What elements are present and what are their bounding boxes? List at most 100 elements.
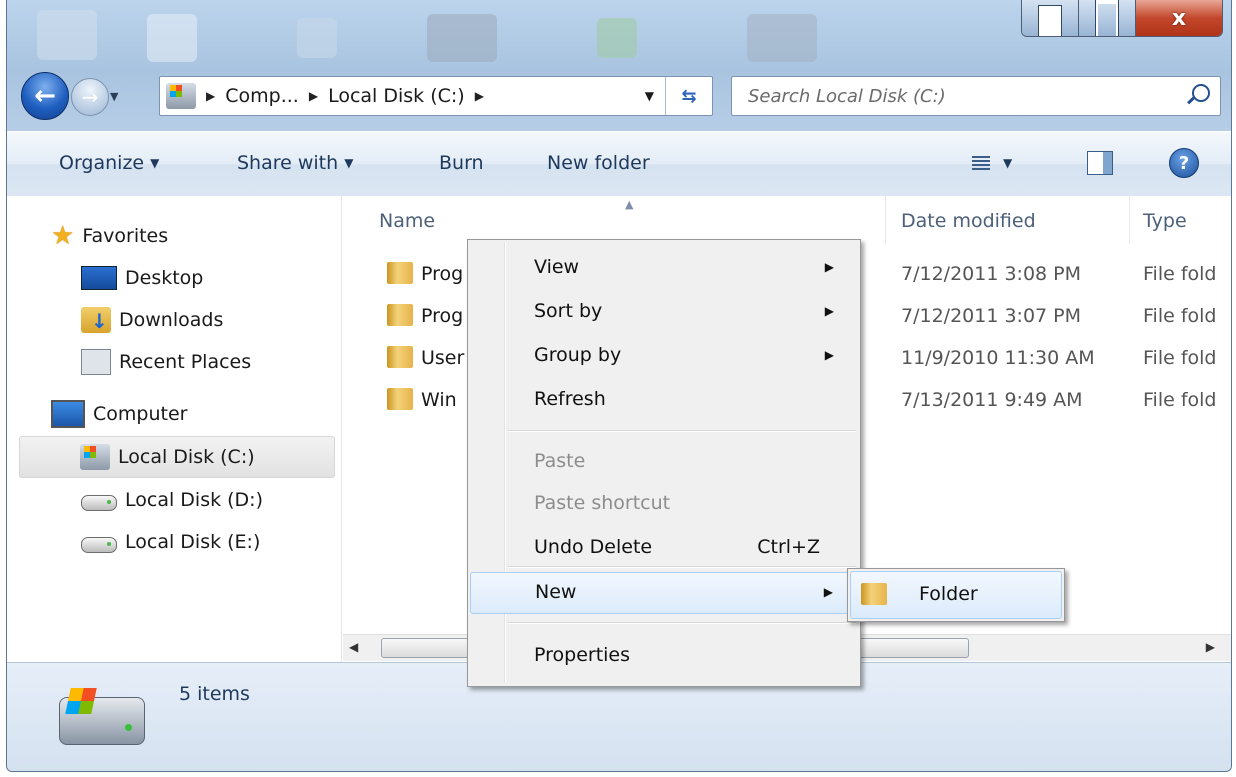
file-date: 7/13/2011 9:49 AM — [901, 389, 1083, 411]
submenu-arrow-icon: ▶ — [824, 348, 834, 362]
submenu-arrow-icon: ▶ — [824, 304, 834, 318]
sidebar-item-downloads[interactable]: Downloads — [81, 300, 341, 340]
downloads-icon — [81, 307, 111, 333]
sidebar-item-desktop[interactable]: Desktop — [81, 258, 341, 298]
menu-item-undo-delete[interactable]: Undo Delete Ctrl+Z — [470, 528, 856, 568]
menu-item-sort-by[interactable]: Sort by ▶ — [470, 292, 856, 332]
refresh-button[interactable]: ⇆ — [665, 77, 712, 115]
desktop-icon — [81, 266, 117, 290]
search-input[interactable] — [732, 77, 1170, 115]
column-header-name[interactable]: Name — [379, 210, 435, 232]
share-with-button[interactable]: Share with ▼ — [237, 152, 353, 174]
sidebar-item-computer[interactable]: Computer — [51, 394, 341, 434]
menu-item-view[interactable]: View ▶ — [470, 248, 856, 288]
chevron-down-icon: ▼ — [344, 156, 354, 170]
address-bar[interactable]: ▶ Comp... ▶ Local Disk (C:) ▶ ▼ ⇆ — [159, 76, 713, 116]
drive-c-icon — [59, 697, 145, 745]
sidebar-item-label: Computer — [93, 403, 188, 425]
help-button[interactable]: ? — [1169, 148, 1199, 178]
search-box — [731, 76, 1221, 116]
refresh-icon: ⇆ — [681, 85, 697, 107]
file-name: Prog — [421, 263, 464, 285]
column-header-date-modified[interactable]: Date modified — [901, 210, 1036, 232]
item-count: 5 items — [179, 683, 250, 705]
sort-ascending-icon: ▲ — [625, 198, 634, 211]
file-type: File fold — [1143, 389, 1217, 411]
recent-pages-dropdown[interactable]: ▼ — [110, 90, 118, 103]
sidebar-item-recent-places[interactable]: Recent Places — [81, 342, 341, 382]
drive-icon — [81, 495, 117, 511]
breadcrumb-separator-icon[interactable]: ▶ — [309, 89, 318, 103]
submenu-arrow-icon: ▶ — [823, 585, 833, 599]
breadcrumb-computer[interactable]: Comp... — [225, 85, 299, 107]
title-bar: x — [7, 0, 1231, 62]
menu-item-shortcut: Ctrl+Z — [757, 536, 820, 558]
address-dropdown-icon[interactable]: ▼ — [645, 89, 654, 103]
preview-pane-icon[interactable] — [1087, 151, 1113, 175]
file-name: Prog — [421, 305, 464, 327]
breadcrumb-separator-icon[interactable]: ▶ — [475, 89, 484, 103]
organize-label: Organize — [59, 152, 145, 174]
file-name: Win — [421, 389, 457, 411]
command-bar: Organize ▼ Share with ▼ Burn New folder ▼ … — [7, 131, 1231, 197]
submenu-arrow-icon: ▶ — [824, 260, 834, 274]
new-folder-button[interactable]: New folder — [547, 152, 650, 174]
forward-button[interactable]: → — [71, 78, 109, 116]
star-icon: ★ — [51, 221, 75, 251]
column-divider[interactable] — [885, 196, 886, 244]
navigation-bar: ← → ▼ ▶ Comp... ▶ Local Disk (C:) ▶ ▼ ⇆ — [7, 62, 1231, 126]
column-header-type[interactable]: Type — [1143, 210, 1187, 232]
breadcrumb-local-disk-c[interactable]: Local Disk (C:) — [328, 85, 465, 107]
folder-icon — [861, 583, 887, 605]
minimize-icon — [1038, 5, 1062, 36]
menu-item-properties[interactable]: Properties — [470, 636, 856, 676]
close-button[interactable]: x — [1136, 0, 1222, 36]
scroll-left-icon[interactable]: ◀ — [349, 640, 358, 654]
background-blur — [147, 14, 197, 62]
folder-icon — [387, 262, 413, 284]
menu-item-paste-shortcut[interactable]: Paste shortcut — [470, 484, 856, 524]
file-type: File fold — [1143, 305, 1217, 327]
background-blur — [747, 14, 817, 62]
context-menu: View ▶ Sort by ▶ Group by ▶ Refresh Past… — [467, 239, 861, 687]
file-date: 7/12/2011 3:08 PM — [901, 263, 1082, 285]
column-divider[interactable] — [1129, 196, 1130, 244]
menu-item-group-by[interactable]: Group by ▶ — [470, 336, 856, 376]
sidebar-item-local-disk-c[interactable]: Local Disk (C:) — [19, 436, 335, 478]
sidebar-item-local-disk-e[interactable]: Local Disk (E:) — [81, 522, 341, 562]
computer-icon — [51, 400, 85, 428]
recent-places-icon — [81, 349, 111, 375]
organize-button[interactable]: Organize ▼ — [59, 152, 159, 174]
sidebar-item-local-disk-d[interactable]: Local Disk (D:) — [81, 480, 341, 520]
change-view-icon[interactable] — [972, 154, 990, 172]
minimize-button[interactable] — [1022, 0, 1079, 36]
folder-icon — [387, 304, 413, 326]
breadcrumb-separator-icon[interactable]: ▶ — [206, 89, 215, 103]
burn-button[interactable]: Burn — [439, 152, 484, 174]
maximize-button[interactable] — [1079, 0, 1136, 36]
menu-item-new-folder[interactable]: Folder — [850, 571, 1062, 619]
more-views-dropdown[interactable]: ▼ — [1003, 156, 1012, 170]
file-name: User — [421, 347, 465, 369]
scroll-right-icon[interactable]: ▶ — [1206, 640, 1215, 654]
sidebar-item-label: Downloads — [119, 309, 224, 331]
menu-item-label: Refresh — [534, 388, 606, 410]
sidebar-item-label: Desktop — [125, 267, 204, 289]
drive-c-icon — [80, 444, 110, 470]
menu-item-new[interactable]: New ▶ — [470, 572, 856, 614]
background-blur — [597, 18, 637, 58]
menu-item-paste[interactable]: Paste — [470, 442, 856, 482]
maximize-icon — [1095, 0, 1119, 36]
sidebar-item-label: Recent Places — [119, 351, 252, 373]
menu-item-label: View — [534, 256, 580, 278]
menu-item-label: Properties — [534, 644, 631, 666]
menu-item-label: Folder — [919, 583, 978, 605]
file-type: File fold — [1143, 263, 1217, 285]
back-button[interactable]: ← — [21, 72, 69, 120]
chevron-down-icon: ▼ — [150, 156, 160, 170]
sidebar-item-label: Local Disk (C:) — [118, 446, 255, 468]
search-icon[interactable] — [1192, 84, 1210, 102]
menu-item-label: Group by — [534, 344, 622, 366]
menu-item-refresh[interactable]: Refresh — [470, 380, 856, 420]
sidebar-item-favorites[interactable]: ★ Favorites — [51, 216, 341, 256]
